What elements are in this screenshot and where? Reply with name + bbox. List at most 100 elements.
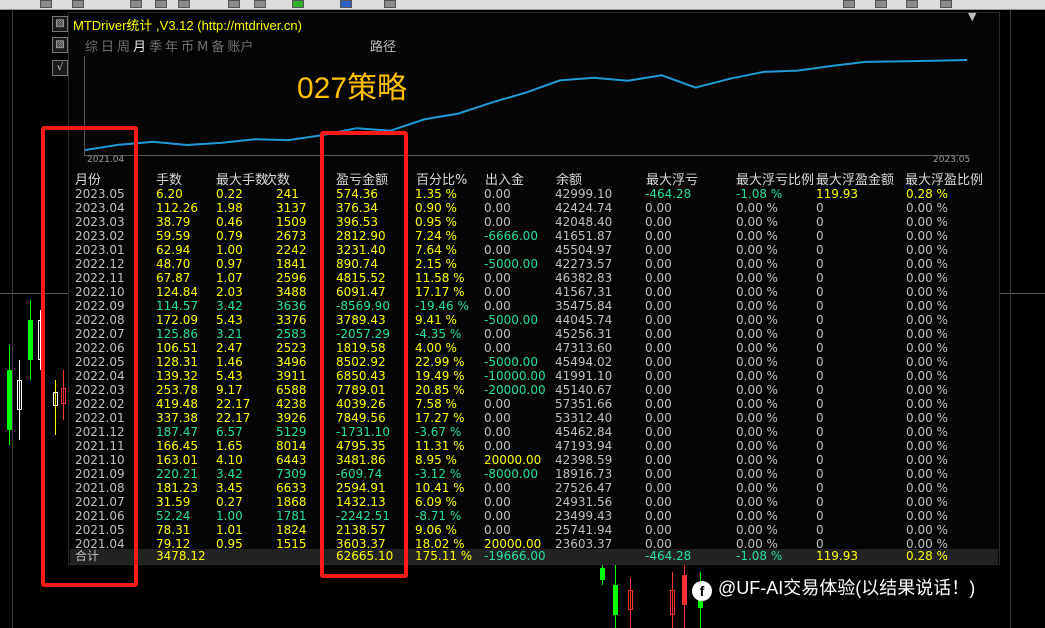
cell-lots: 181.23 (156, 481, 198, 495)
terminal-toolbar (0, 0, 1045, 10)
cell-maxlosspct: 0.00 % (736, 327, 778, 341)
toolbar-button-icon[interactable] (72, 0, 84, 8)
cell-maxfloatpct: 0.00 % (906, 327, 948, 341)
add-icon[interactable] (292, 0, 304, 8)
table-row[interactable]: 2022.07 125.86 3.21 2583 -2057.29 -4.35 % 0.00… (70, 327, 1000, 341)
strategy-label: 027策略 (297, 72, 408, 105)
table-row[interactable]: 2021.11 166.45 1.65 8014 4795.35 11.31 % 0.00 4… (70, 439, 1000, 453)
table-row[interactable]: 2022.08 172.09 5.43 3376 3789.43 9.41 % -5000.… (70, 313, 1000, 327)
column-header[interactable]: 余额 (556, 169, 582, 188)
tab-7[interactable]: M (197, 40, 208, 55)
table-row[interactable]: 2021.09 220.21 3.42 7309 -609.74 -3.12 % -8000… (70, 467, 1000, 481)
toolbar-button-icon[interactable] (155, 0, 167, 8)
toolbar-button-icon[interactable] (906, 0, 918, 8)
table-row[interactable]: 2021.12 187.47 6.57 5129 -1731.10 -3.67 % 0.00… (70, 425, 1000, 439)
table-row[interactable]: 2023.04 112.26 1.98 3137 376.34 0.90 % 0.00 424… (70, 201, 1000, 215)
column-header[interactable]: 手数 (156, 169, 182, 188)
tab-6[interactable]: 币 (181, 36, 194, 55)
table-row[interactable]: 2023.01 62.94 1.00 2242 3231.40 7.64 % 0.00 455… (70, 243, 1000, 257)
table-row[interactable]: 2022.03 253.78 9.17 6588 7789.01 20.85 % -2000… (70, 383, 1000, 397)
watermark-text: @UF-AI交易体验(以结果说话！) (718, 578, 976, 598)
cell-maxloss: 0.00 (645, 201, 672, 215)
column-header[interactable]: 最大手数 (216, 169, 268, 188)
cell-bal: 57351.66 (555, 397, 613, 411)
column-header[interactable]: 出入金 (485, 169, 524, 188)
total-maxlosspct: -1.08 % (736, 549, 783, 563)
toolbar-button-icon[interactable] (228, 0, 240, 8)
table-row[interactable]: 2022.02 419.48 22.17 4238 4039.26 7.58 % 0.00 5… (70, 397, 1000, 411)
table-row[interactable]: 2021.07 31.59 0.27 1868 1432.13 6.09 % 0.00 249… (70, 495, 1000, 509)
toolbar-button-icon[interactable] (130, 0, 142, 8)
candle (17, 380, 22, 410)
column-header[interactable]: 最大浮亏比例 (736, 169, 814, 188)
table-row[interactable]: 2022.04 139.32 5.43 3911 6850.43 19.49 % -1000… (70, 369, 1000, 383)
checkmark-icon[interactable]: √ (52, 60, 68, 76)
tab-4[interactable]: 季 (149, 36, 162, 55)
table-row[interactable]: 2022.01 337.38 22.17 3926 7849.56 17.27 % 0.00… (70, 411, 1000, 425)
candle (670, 590, 675, 615)
tab-0[interactable]: 综 (85, 36, 98, 55)
column-header[interactable]: 次数 (264, 169, 290, 188)
cell-maxlot: 2.47 (216, 341, 243, 355)
cell-lots: 163.01 (156, 453, 198, 467)
cell-maxlot: 3.45 (216, 481, 243, 495)
cell-lots: 128.31 (156, 355, 198, 369)
table-row[interactable]: 2021.05 78.31 1.01 1824 2138.57 9.06 % 0.00 257… (70, 523, 1000, 537)
table-row[interactable]: 2022.06 106.51 2.47 2523 1819.58 4.00 % 0.00 47… (70, 341, 1000, 355)
cell-maxfloatpct: 0.00 % (906, 285, 948, 299)
tab-path[interactable]: 路径 (370, 36, 396, 55)
side-button-icon[interactable]: ▧ (52, 37, 68, 53)
cell-maxlot: 4.10 (216, 453, 243, 467)
column-header[interactable]: 最大浮盈比例 (905, 169, 983, 188)
tab-8[interactable]: 备 (211, 36, 224, 55)
table-row[interactable]: 2022.05 128.31 1.46 3496 8502.92 22.99 % -5000… (70, 355, 1000, 369)
cell-lots: 52.24 (156, 509, 191, 523)
cell-lots: 62.94 (156, 243, 191, 257)
table-row[interactable]: 2023.05 6.20 0.22 241 574.36 1.35 % 0.00 42999.… (70, 187, 1000, 201)
tab-5[interactable]: 年 (165, 36, 178, 55)
column-header[interactable]: 最大浮亏 (646, 169, 698, 188)
tab-3[interactable]: 月 (133, 36, 146, 55)
column-header[interactable]: 最大浮盈金额 (816, 169, 894, 188)
cell-io: -5000.00 (484, 257, 538, 271)
table-row[interactable]: 2021.08 181.23 3.45 6633 2594.91 10.41 % 0.00 2… (70, 481, 1000, 495)
table-row[interactable]: 2021.10 163.01 4.10 6443 3481.86 8.95 % 20000.… (70, 453, 1000, 467)
cell-maxfloat: 0 (816, 257, 824, 271)
toolbar-button-icon[interactable] (384, 0, 396, 8)
cell-count: 1824 (276, 523, 307, 537)
tab-2[interactable]: 周 (117, 36, 130, 55)
cell-bal: 46382.83 (555, 271, 613, 285)
cell-maxloss: 0.00 (645, 509, 672, 523)
toolbar-button-icon[interactable] (843, 0, 855, 8)
table-row[interactable]: 2021.06 52.24 1.00 1781 -2242.51 -8.71 % 0.00 2… (70, 509, 1000, 523)
toolbar-button-icon[interactable] (178, 0, 190, 8)
cell-lots: 114.57 (156, 299, 198, 313)
cell-count: 241 (276, 187, 299, 201)
cell-count: 3926 (276, 411, 307, 425)
close-icon[interactable]: ▼ (968, 10, 976, 23)
table-row[interactable]: 2023.03 38.79 0.46 1509 396.53 0.95 % 0.00 4204… (70, 215, 1000, 229)
table-row[interactable]: 2022.10 124.84 2.03 3488 6091.47 17.17 % 0.00 4… (70, 285, 1000, 299)
table-row[interactable]: 2023.02 59.59 0.79 2673 2812.90 7.24 % -6666.0… (70, 229, 1000, 243)
table-row[interactable]: 2022.09 114.57 3.42 3636 -8569.90 -19.46 % 0.0… (70, 299, 1000, 313)
highlight-box-month (41, 126, 138, 587)
cell-maxlot: 0.22 (216, 187, 243, 201)
cell-maxfloat: 0 (816, 523, 824, 537)
toolbar-button-icon[interactable] (254, 0, 266, 8)
toolbar-button-icon[interactable] (875, 0, 887, 8)
total-lots: 3478.12 (156, 549, 206, 563)
column-header[interactable]: 百分比% (416, 169, 467, 188)
toolbar-button-icon[interactable] (40, 0, 52, 8)
table-row[interactable]: 2022.12 48.70 0.97 1841 890.74 2.15 % -5000.00… (70, 257, 1000, 271)
cell-maxfloat: 0 (816, 215, 824, 229)
tab-1[interactable]: 日 (101, 36, 114, 55)
cell-maxfloat: 0 (816, 299, 824, 313)
toolbar-button-icon[interactable] (940, 0, 952, 8)
side-button-icon[interactable]: ▧ (52, 16, 68, 32)
cell-maxfloat: 0 (816, 341, 824, 355)
table-row[interactable]: 2022.11 67.87 1.07 2596 4815.52 11.58 % 0.00 46… (70, 271, 1000, 285)
cell-count: 2583 (276, 327, 307, 341)
tab-9[interactable]: 账户 (227, 36, 253, 55)
cell-maxlosspct: 0.00 % (736, 285, 778, 299)
toolbar-button-icon[interactable] (340, 0, 352, 8)
